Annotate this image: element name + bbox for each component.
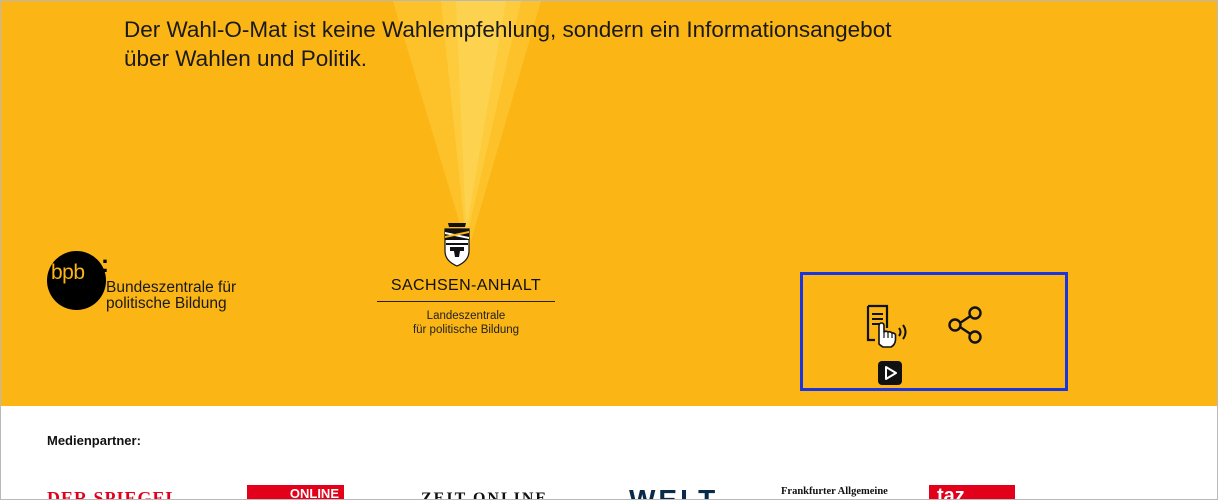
disclaimer-text: Der Wahl-O-Mat ist keine Wahlempfehlung,… [124, 15, 1084, 73]
partner-logo-zeit[interactable]: ZEIT ONLINE [421, 490, 548, 499]
bpb-logo-name: Bundeszentrale für politische Bildung [106, 280, 236, 312]
partner-logo-online[interactable]: ONLINE [247, 485, 344, 500]
sachsen-anhalt-subtitle: Landeszentrale für politische Bildung [377, 309, 555, 337]
share-button[interactable] [947, 306, 985, 344]
share-icon [948, 306, 982, 344]
partner-logo-spiegel[interactable]: DER SPIEGEL [47, 488, 179, 499]
sachsen-anhalt-name: SACHSEN-ANHALT [390, 277, 542, 294]
bpb-logo-colon: : [101, 251, 109, 278]
bpb-name-line-1: Bundeszentrale für [106, 279, 237, 296]
disclaimer-line-1: Der Wahl-O-Mat ist keine Wahlempfehlung,… [124, 17, 892, 42]
play-icon [878, 361, 902, 385]
bpb-logo-abbr: bpb [51, 261, 85, 284]
play-button[interactable] [878, 361, 902, 385]
media-partners-label: Medienpartner: [47, 433, 141, 448]
read-aloud-icon [866, 304, 907, 348]
action-buttons-highlight [800, 272, 1068, 391]
partner-logo-faz[interactable]: Frankfurter Allgemeine [781, 486, 888, 499]
sachsen-anhalt-logo-link[interactable]: SACHSEN-ANHALT Landeszentrale für politi… [377, 221, 557, 341]
sachsen-anhalt-sub-line-1: Landeszentrale [426, 310, 506, 322]
sachsen-anhalt-crest-icon [444, 223, 470, 267]
sachsen-anhalt-sub-line-2: für politische Bildung [412, 324, 520, 336]
page-frame: Der Wahl-O-Mat ist keine Wahlempfehlung,… [0, 0, 1218, 500]
read-aloud-button[interactable] [865, 304, 911, 348]
partner-logo-taz[interactable]: taz [929, 485, 1015, 499]
footer-hero: Der Wahl-O-Mat ist keine Wahlempfehlung,… [1, 1, 1217, 406]
bpb-logo-circle: bpb [47, 251, 106, 310]
disclaimer-line-2: über Wahlen und Politik. [124, 46, 368, 71]
bpb-logo-link[interactable]: bpb : Bundeszentrale für politische Bild… [47, 251, 307, 321]
partner-logo-welt[interactable]: WELT [629, 485, 718, 499]
bpb-name-line-2: politische Bildung [106, 295, 227, 312]
partner-logo-online-text: ONLINE [289, 486, 339, 500]
sachsen-anhalt-divider [377, 301, 555, 302]
